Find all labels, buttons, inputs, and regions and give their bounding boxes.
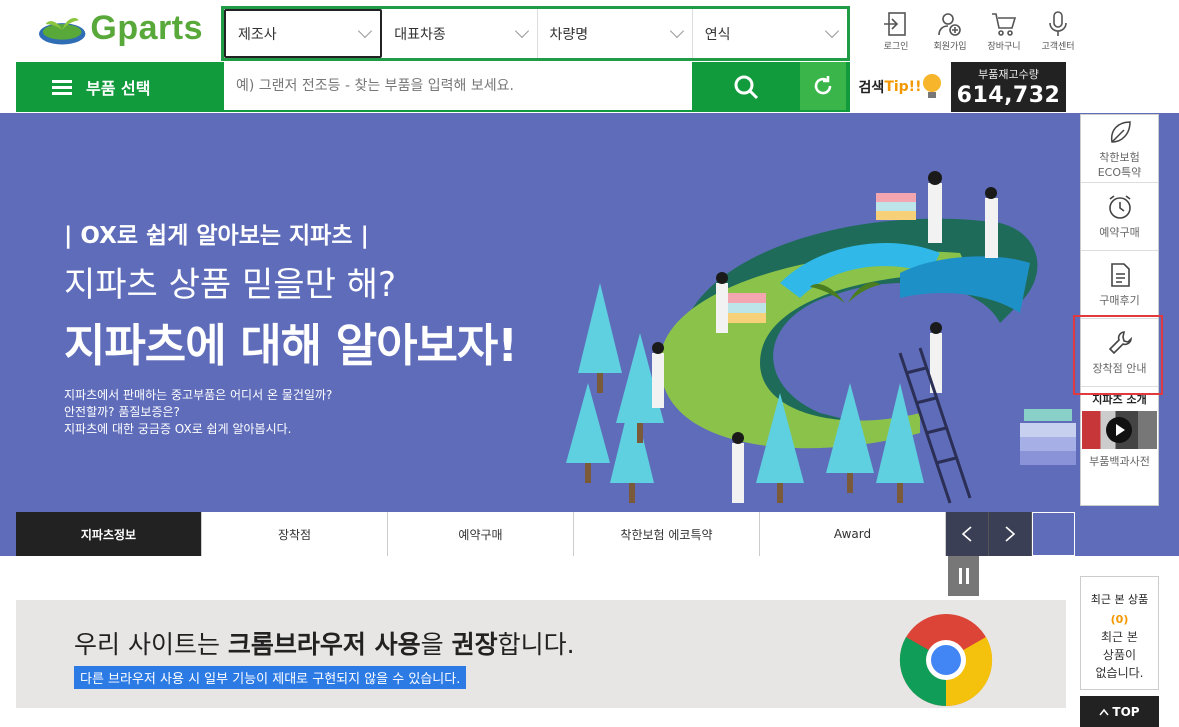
gparts-logo[interactable]: Gparts: [38, 6, 203, 50]
filter-label: 연식: [704, 26, 731, 43]
quick-label: 장착점 안내: [1092, 362, 1147, 375]
chevron-right-icon: [1005, 526, 1016, 542]
parts-menu-label: 부품 선택: [86, 79, 151, 98]
banner-headline-primary: 지파츠에 대해 알아보자!: [64, 319, 518, 372]
banner-illustration: [566, 171, 1076, 504]
banner-desc-line: 지파츠에 대한 궁금증 OX로 쉽게 알아봅시다.: [64, 422, 292, 436]
alarm-clock-icon: [1108, 195, 1131, 219]
filter-manufacturer[interactable]: 제조사: [224, 9, 383, 58]
banner-tab-reservation[interactable]: 예약구매: [388, 512, 574, 556]
stock-counter: 부품재고수량 614,732: [951, 62, 1066, 112]
search-input[interactable]: [224, 62, 692, 110]
refresh-icon: [814, 76, 832, 95]
chevron-left-icon: [961, 526, 972, 542]
recent-count: (0): [1110, 613, 1129, 626]
recent-empty-message: 최근 본 상품이 없습니다.: [1095, 630, 1144, 680]
top-link-label: 로그인: [883, 42, 909, 52]
top-link-label: 고객센터: [1041, 42, 1075, 52]
logo-mark-icon: [38, 18, 86, 45]
filter-year[interactable]: 연식: [693, 9, 847, 58]
banner-tab-spacer: [1032, 512, 1075, 556]
chrome-logo-icon: [899, 614, 993, 707]
chrome-notice-title: 우리 사이트는 크롬브라우저 사용을 권장합니다.: [74, 630, 575, 659]
parts-menu-button[interactable]: 부품 선택: [16, 62, 222, 112]
chevron-down-icon: [358, 23, 373, 39]
logo-text: Gparts: [90, 8, 203, 47]
cart-icon: [992, 13, 1017, 36]
user-add-icon: [938, 13, 961, 36]
stock-label: 부품재고수량: [978, 68, 1039, 81]
hamburger-icon: [52, 80, 72, 95]
search-tip-button[interactable]: 검색 Tip!!: [851, 62, 951, 112]
lightbulb-icon: [923, 74, 942, 98]
search-button[interactable]: [716, 62, 776, 112]
quick-reviews[interactable]: 구매후기: [1081, 251, 1158, 319]
mic-icon: [1049, 11, 1067, 36]
filter-label: 제조사: [238, 26, 277, 43]
quick-intro-video[interactable]: 지파츠 소개 부품백과사전: [1081, 387, 1158, 471]
leaf-icon: [1110, 120, 1131, 143]
quick-label: 착한보험 ECO특약: [1097, 150, 1142, 179]
filter-car-name[interactable]: 차량명: [538, 9, 693, 58]
cart-link[interactable]: 장바구니: [980, 10, 1028, 54]
filter-label: 대표차종: [394, 26, 446, 43]
login-icon: [884, 12, 906, 36]
chevron-down-icon: [514, 23, 529, 39]
banner-tab-award[interactable]: Award: [760, 512, 946, 556]
signup-link[interactable]: 회원가입: [926, 10, 974, 54]
vehicle-filter: 제조사 대표차종 차량명 연식: [221, 6, 850, 61]
search-tip-label: Tip!!: [884, 79, 922, 95]
banner-desc-line: 안전할까? 품질보증은?: [64, 405, 180, 419]
stock-value: 614,732: [956, 83, 1061, 108]
filter-model-group[interactable]: 대표차종: [382, 9, 538, 58]
banner-kicker: | OX로 쉽게 알아보는 지파츠 |: [64, 223, 369, 249]
document-icon: [1110, 263, 1130, 287]
main-banner[interactable]: | OX로 쉽게 알아보는 지파츠 | 지파츠 상품 믿을만 해? 지파츠에 대…: [0, 113, 1179, 556]
main-navbar: 부품 선택: [16, 62, 850, 112]
quick-video-subtitle: 부품백과사전: [1089, 455, 1150, 468]
quick-reservation[interactable]: 예약구매: [1081, 183, 1158, 251]
play-icon: [1106, 417, 1132, 443]
quick-eco-insurance[interactable]: 착한보험 ECO특약: [1081, 115, 1158, 183]
quick-menu: 착한보험 ECO특약 예약구매 구매후기 장착점 안내 지파츠 소개 부품백과사…: [1073, 114, 1163, 506]
banner-next-button[interactable]: [989, 512, 1032, 556]
quick-label: 구매후기: [1099, 294, 1140, 307]
top-link-label: 장바구니: [987, 42, 1021, 52]
pause-icon: [965, 568, 969, 584]
wrench-icon: [1108, 331, 1132, 355]
chrome-notice-subtitle: 다른 브라우저 사용 시 일부 기능이 제대로 구현되지 않을 수 있습니다.: [74, 666, 467, 689]
banner-desc-line: 지파츠에서 판매하는 중고부품은 어디서 온 물건일까?: [64, 388, 333, 402]
quick-install-guide[interactable]: 장착점 안내: [1073, 315, 1163, 395]
video-thumbnail[interactable]: [1082, 411, 1157, 449]
banner-tab-gparts-info[interactable]: 지파츠정보: [16, 512, 202, 556]
filter-label: 차량명: [549, 26, 589, 43]
banner-pause-button[interactable]: [948, 556, 979, 596]
pause-icon: [958, 568, 962, 584]
banner-headline-secondary: 지파츠 상품 믿을만 해?: [64, 265, 396, 305]
chrome-notice-banner: 우리 사이트는 크롬브라우저 사용을 권장합니다. 다른 브라우저 사용 시 일…: [16, 600, 1066, 708]
scroll-top-label: TOP: [1112, 704, 1140, 719]
chevron-down-icon: [824, 23, 840, 39]
chevron-down-icon: [669, 23, 684, 39]
top-link-label: 회원가입: [933, 42, 967, 52]
login-link[interactable]: 로그인: [872, 10, 920, 54]
page: Gparts 제조사 대표차종 차량명 연식 로그인 회원가입 장바구니 고객센…: [0, 0, 1179, 727]
search-icon: [734, 75, 759, 100]
banner-tabs: 지파츠정보 장착점 예약구매 착한보험 에코특약 Award: [16, 512, 1075, 556]
banner-description: 지파츠에서 판매하는 중고부품은 어디서 온 물건일까? 안전할까? 품질보증은…: [64, 387, 332, 438]
reset-button[interactable]: [800, 62, 846, 110]
search-tip-prefix: 검색: [858, 80, 885, 96]
top-links: 로그인 회원가입 장바구니 고객센터: [872, 10, 1082, 54]
quick-label: 예약구매: [1099, 226, 1140, 239]
recent-title: 최근 본 상품: [1090, 593, 1149, 606]
scroll-top-button[interactable]: TOP: [1080, 696, 1159, 727]
banner-tab-eco-insurance[interactable]: 착한보험 에코특약: [574, 512, 760, 556]
banner-prev-button[interactable]: [946, 512, 989, 556]
chevron-up-icon: [1099, 708, 1109, 715]
recent-items-panel: 최근 본 상품 (0) 최근 본 상품이 없습니다.: [1080, 576, 1159, 690]
banner-tab-install-shop[interactable]: 장착점: [202, 512, 388, 556]
customer-center-link[interactable]: 고객센터: [1034, 10, 1082, 54]
